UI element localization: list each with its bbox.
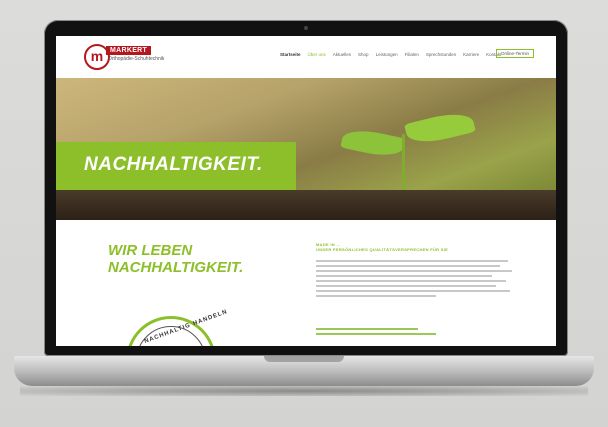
main-nav: Startseite Über uns Aktuelles Shop Leist…: [280, 52, 501, 57]
section-kicker: MADE IN ... UNSER PERSÖNLICHES QUALITÄTS…: [316, 242, 449, 252]
hero-title: NACHHALTIGKEIT.: [84, 154, 263, 175]
hero-soil: [56, 190, 556, 220]
laptop-screen: m MARKERT Orthopädie-Schuhtechnik Starts…: [56, 36, 556, 346]
nav-item-filialen[interactable]: Filialen: [405, 52, 419, 57]
logo-subtitle: Orthopädie-Schuhtechnik: [108, 56, 165, 62]
content-section: WIR LEBEN NACHHALTIGKEIT. MADE IN ... UN…: [56, 220, 556, 346]
body-text: [316, 260, 516, 300]
logo-brand[interactable]: MARKERT: [106, 46, 152, 55]
hero-image: NACHHALTIGKEIT.: [56, 78, 556, 220]
sprout-stem: [402, 134, 405, 194]
nav-item-shop[interactable]: Shop: [358, 52, 369, 57]
claim-heading: WIR LEBEN NACHHALTIGKEIT.: [108, 242, 244, 276]
nav-item-leistungen[interactable]: Leistungen: [376, 52, 398, 57]
site-header: m MARKERT Orthopädie-Schuhtechnik Starts…: [56, 36, 556, 78]
laptop-shadow: [20, 386, 588, 396]
nav-item-karriere[interactable]: Karriere: [463, 52, 479, 57]
nav-item-aktuelles[interactable]: Aktuelles: [333, 52, 351, 57]
online-appointment-button[interactable]: Online-Termin: [496, 49, 535, 58]
contact-info[interactable]: [316, 328, 436, 338]
nav-item-sprechstunden[interactable]: Sprechstunden: [426, 52, 456, 57]
nav-item-startseite[interactable]: Startseite: [280, 52, 301, 57]
nav-item-ueber-uns[interactable]: Über uns: [308, 52, 326, 57]
laptop-notch: [264, 356, 344, 362]
camera-icon: [304, 26, 308, 30]
sprout-leaf-left: [340, 125, 406, 161]
laptop-lid: m MARKERT Orthopädie-Schuhtechnik Starts…: [44, 20, 568, 356]
sprout-leaf-right: [404, 108, 476, 148]
laptop: m MARKERT Orthopädie-Schuhtechnik Starts…: [14, 20, 594, 400]
